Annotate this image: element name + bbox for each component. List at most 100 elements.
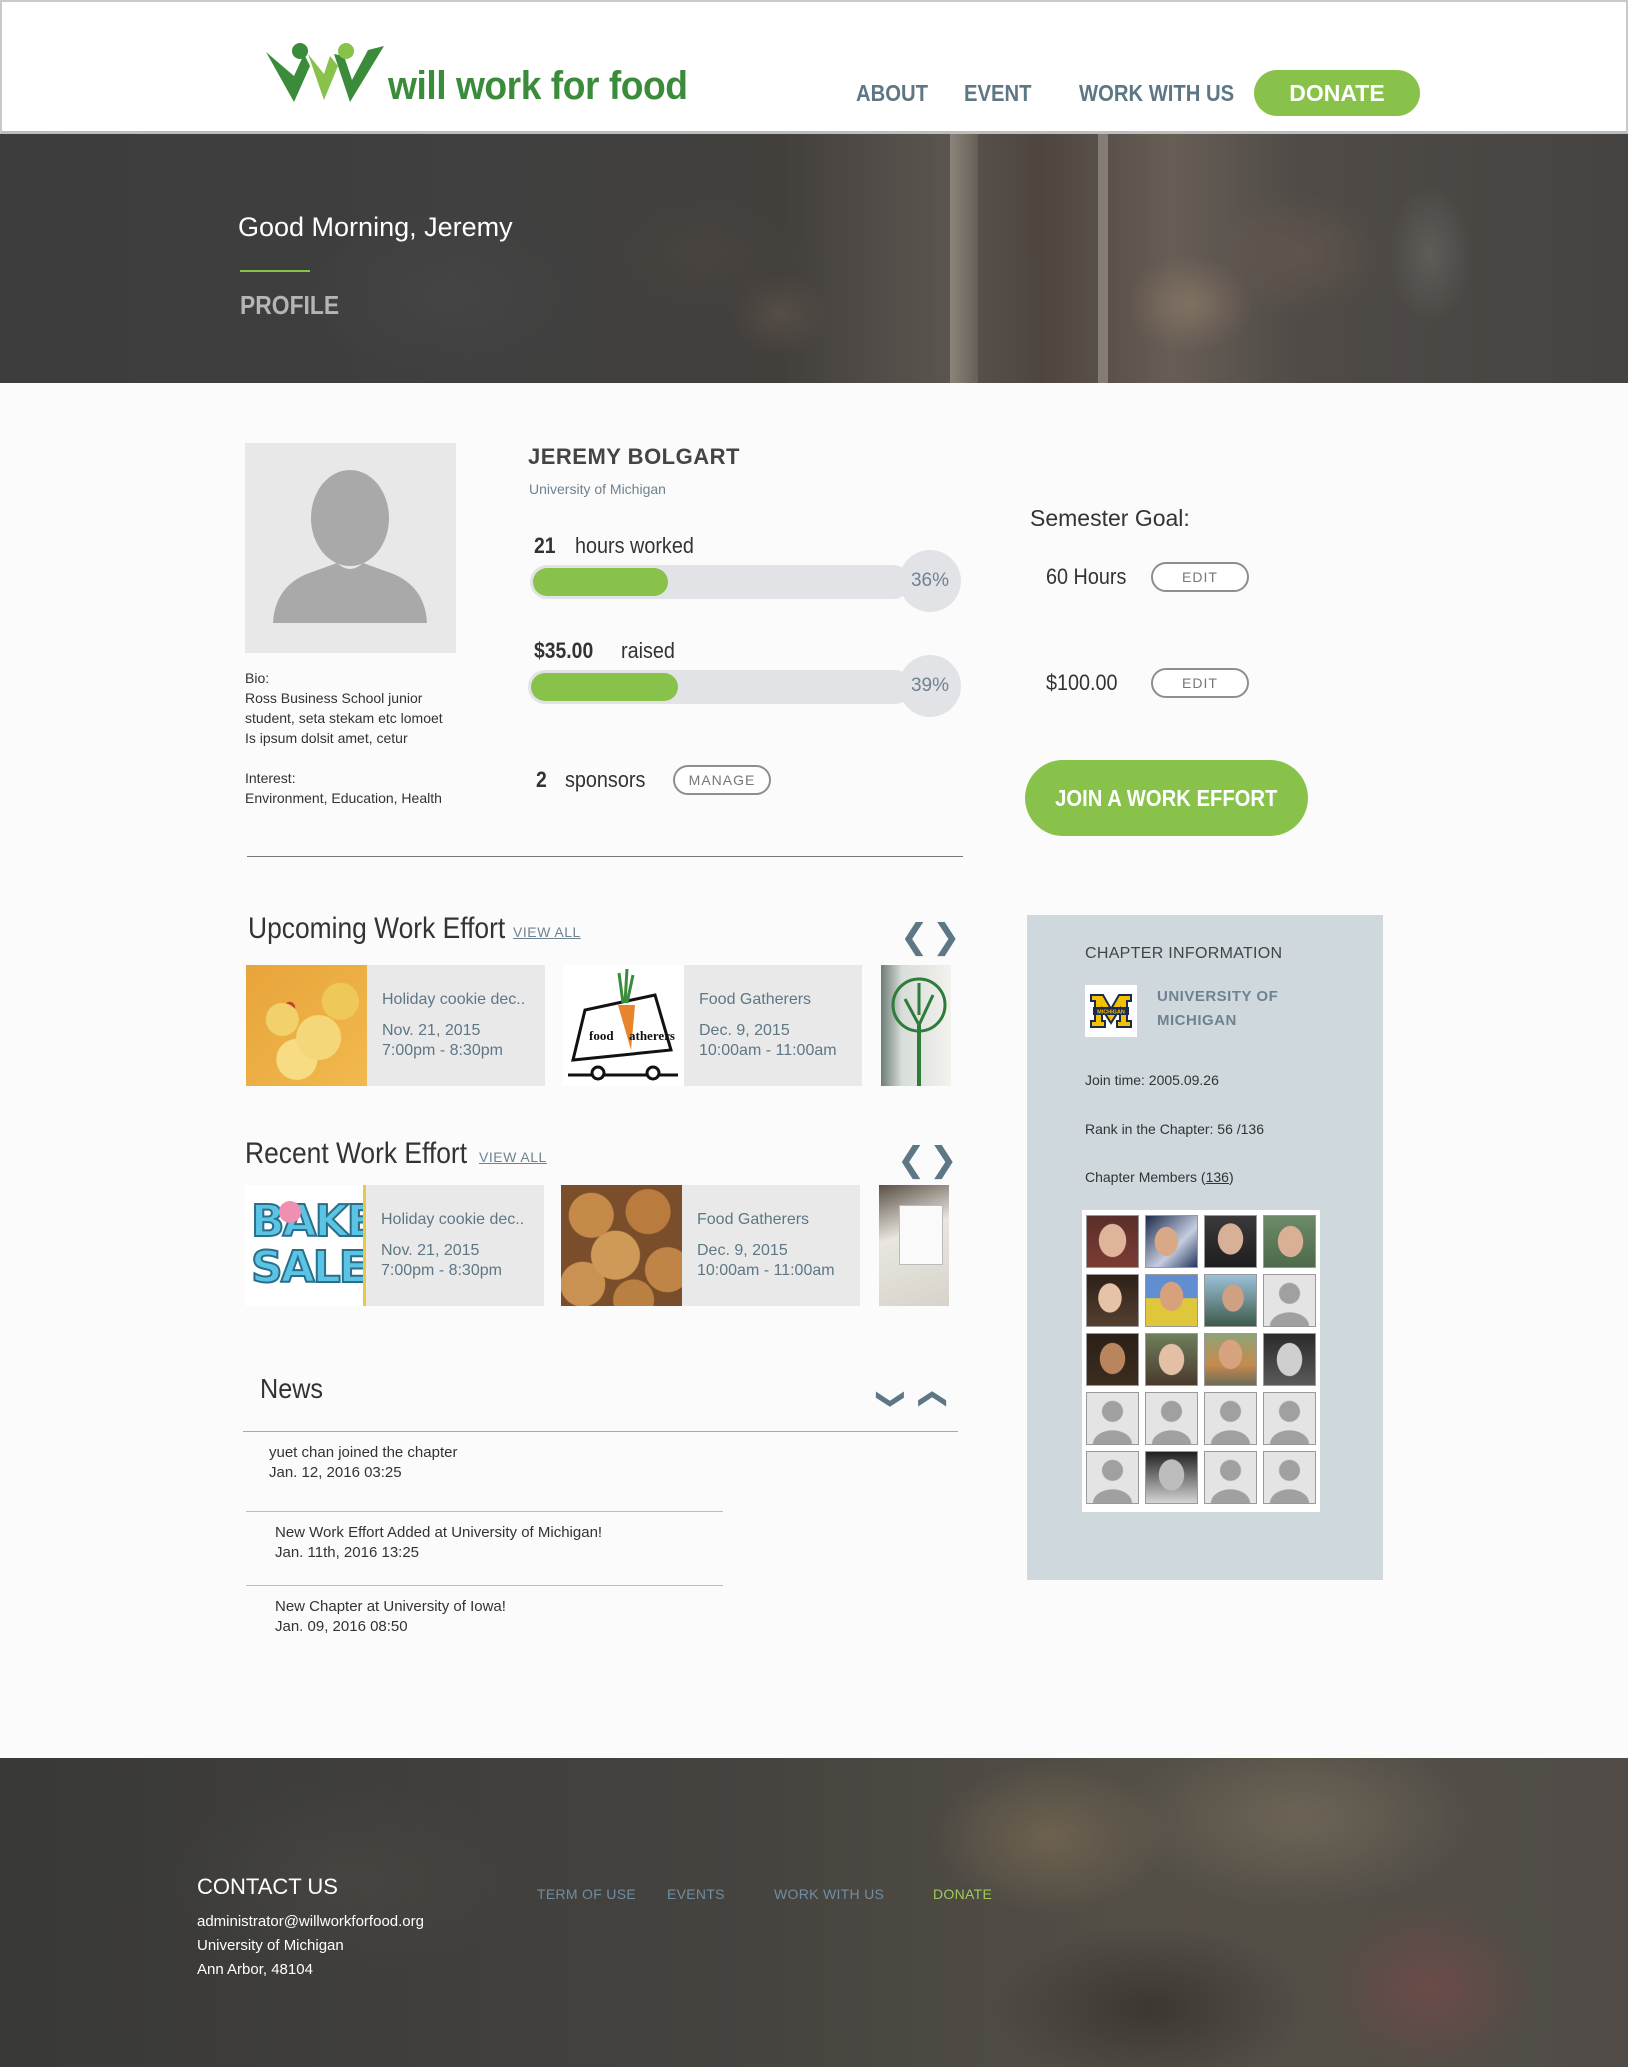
site-header: will work for food ABOUT EVENT WORK WITH…	[0, 0, 1628, 134]
member-avatar[interactable]	[1204, 1274, 1257, 1327]
member-avatar-placeholder[interactable]	[1263, 1274, 1316, 1327]
chapter-members-grid	[1082, 1210, 1320, 1512]
bake-sale-image: BAKE SALE	[245, 1185, 366, 1306]
contact-email-link[interactable]: administrator@willworkforfood.org	[197, 1913, 424, 1930]
news-item[interactable]: yuet chan joined the chapter Jan. 12, 20…	[269, 1443, 457, 1483]
news-expand-down-icon[interactable]: ❯	[877, 1387, 908, 1410]
join-work-effort-label: JOIN A WORK EFFORT	[1055, 785, 1278, 811]
card-date-line: Nov. 21, 2015	[382, 1022, 481, 1039]
footer-work-with-us-link[interactable]: WORK WITH US	[774, 1886, 884, 1902]
recent-view-all-link[interactable]: VIEW ALL	[479, 1149, 547, 1165]
footer-events-link[interactable]: EVENTS	[667, 1886, 725, 1902]
recent-next-arrow-icon[interactable]: ❯	[929, 1143, 958, 1177]
news-item-time: Jan. 11th, 2016 13:25	[275, 1544, 420, 1561]
member-avatar-placeholder[interactable]	[1086, 1451, 1139, 1504]
nav-work-with-us[interactable]: WORK WITH US	[1079, 80, 1234, 107]
recent-prev-arrow-icon[interactable]: ❮	[897, 1143, 926, 1177]
upcoming-next-arrow-icon[interactable]: ❯	[932, 920, 961, 954]
news-title: News	[260, 1373, 324, 1404]
hero-overlay	[0, 134, 1628, 383]
member-avatar[interactable]	[1145, 1333, 1198, 1386]
recent-title: Recent Work Effort	[245, 1137, 468, 1170]
member-avatar[interactable]	[1086, 1274, 1139, 1327]
chapter-university[interactable]: UNIVERSITY OF MICHIGAN	[1157, 985, 1278, 1033]
raised-progress-bar	[528, 670, 912, 704]
hours-progress-bar	[530, 565, 910, 599]
member-avatar-placeholder[interactable]	[1263, 1451, 1316, 1504]
recent-card-peek[interactable]	[879, 1185, 949, 1306]
edit-amount-goal-button[interactable]: EDIT	[1151, 668, 1249, 698]
logo-mark-icon[interactable]	[264, 42, 386, 112]
card-time-line: 10:00am - 11:00am	[699, 1042, 837, 1059]
join-work-effort-button[interactable]: JOIN A WORK EFFORT	[1025, 760, 1308, 836]
news-collapse-up-icon[interactable]: ❯	[915, 1387, 946, 1410]
bio-line: Ross Business School junior	[245, 690, 423, 706]
card-time-line: 7:00pm - 8:30pm	[381, 1262, 502, 1279]
profile-school: University of Michigan	[529, 481, 666, 497]
michigan-logo-icon: MICHIGAN	[1085, 985, 1137, 1037]
member-avatar[interactable]	[1263, 1333, 1316, 1386]
greeting-text: Good Morning, Jeremy	[238, 212, 513, 242]
interest-label: Interest:	[245, 770, 296, 786]
chapter-rank: Rank in the Chapter: 56 /136	[1085, 1121, 1265, 1137]
recent-card[interactable]: BAKE SALE Holiday cookie dec.. Nov. 21, …	[245, 1185, 544, 1306]
raised-percent: 39%	[899, 655, 961, 717]
upcoming-card[interactable]: food atherers Food Gatherers Dec. 9, 201…	[563, 965, 862, 1086]
member-avatar[interactable]	[1204, 1333, 1257, 1386]
contact-city: Ann Arbor, 48104	[197, 1961, 313, 1978]
chapter-members-count-link[interactable]: 136	[1206, 1169, 1229, 1185]
cookies-image	[561, 1185, 682, 1306]
news-header-rule	[243, 1431, 958, 1432]
card-date-line: Nov. 21, 2015	[381, 1242, 480, 1259]
semester-goal-title: Semester Goal:	[1030, 505, 1190, 531]
hero-banner: Good Morning, Jeremy PROFILE	[0, 134, 1628, 383]
member-avatar[interactable]	[1145, 1215, 1198, 1268]
edit-hours-goal-button[interactable]: EDIT	[1151, 562, 1249, 592]
news-item-text: yuet chan joined the chapter	[269, 1444, 458, 1461]
upcoming-card-peek[interactable]	[881, 965, 951, 1086]
bio-line: student, seta stekam etc lomoet	[245, 710, 443, 726]
upcoming-card[interactable]: Holiday cookie dec.. Nov. 21, 2015 7:00pm…	[246, 965, 545, 1086]
upcoming-prev-arrow-icon[interactable]: ❮	[900, 920, 929, 954]
news-item-time: Jan. 12, 2016 03:25	[269, 1464, 402, 1481]
interest-value: Environment, Education, Health	[245, 790, 442, 806]
hours-value: 21	[534, 533, 556, 558]
card-date: Dec. 9, 2015 10:00am - 11:00am	[699, 1021, 837, 1061]
nav-about[interactable]: ABOUT	[856, 80, 928, 107]
profile-name: JEREMY BOLGART	[528, 444, 740, 469]
member-avatar[interactable]	[1145, 1451, 1198, 1504]
sponsors-label: sponsors	[565, 767, 646, 792]
contact-title: CONTACT US	[197, 1874, 338, 1899]
food-gatherers-image: food atherers	[563, 965, 684, 1086]
member-avatar-placeholder[interactable]	[1263, 1392, 1316, 1445]
footer-donate-link[interactable]: DONATE	[933, 1886, 992, 1902]
member-avatar[interactable]	[1086, 1333, 1139, 1386]
member-avatar-placeholder[interactable]	[1204, 1392, 1257, 1445]
recent-card[interactable]: Food Gatherers Dec. 9, 2015 10:00am - 11:…	[561, 1185, 860, 1306]
footer-terms-link[interactable]: TERM OF USE	[537, 1886, 636, 1902]
member-avatar-placeholder[interactable]	[1204, 1451, 1257, 1504]
member-avatar-placeholder[interactable]	[1145, 1392, 1198, 1445]
bio-line: Is ipsum dolsit amet, cetur	[245, 730, 408, 746]
member-avatar[interactable]	[1145, 1274, 1198, 1327]
chapter-university-line: MICHIGAN	[1157, 1012, 1237, 1029]
news-item[interactable]: New Chapter at University of Iowa! Jan. …	[275, 1597, 506, 1637]
goal-amount: $100.00	[1046, 670, 1118, 695]
raised-value: $35.00	[534, 638, 594, 663]
member-avatar[interactable]	[1086, 1215, 1139, 1268]
avatar[interactable]	[245, 443, 456, 653]
manage-sponsors-button[interactable]: MANAGE	[673, 765, 771, 795]
member-avatar[interactable]	[1263, 1215, 1316, 1268]
upcoming-view-all-link[interactable]: VIEW ALL	[513, 924, 581, 940]
member-avatar-placeholder[interactable]	[1086, 1392, 1139, 1445]
page-title: PROFILE	[240, 290, 340, 320]
logo-text[interactable]: will work for food	[388, 64, 688, 109]
donate-button[interactable]: DONATE	[1254, 70, 1420, 116]
nav-event[interactable]: EVENT	[964, 80, 1031, 107]
card-time-line: 10:00am - 11:00am	[697, 1262, 835, 1279]
card-time-line: 7:00pm - 8:30pm	[382, 1042, 503, 1059]
chapter-info-panel: CHAPTER INFORMATION MICHIGAN UNIVERSITY …	[1027, 915, 1383, 1580]
member-avatar[interactable]	[1204, 1215, 1257, 1268]
news-item[interactable]: New Work Effort Added at University of M…	[275, 1523, 602, 1563]
upcoming-title: Upcoming Work Effort	[248, 912, 506, 945]
